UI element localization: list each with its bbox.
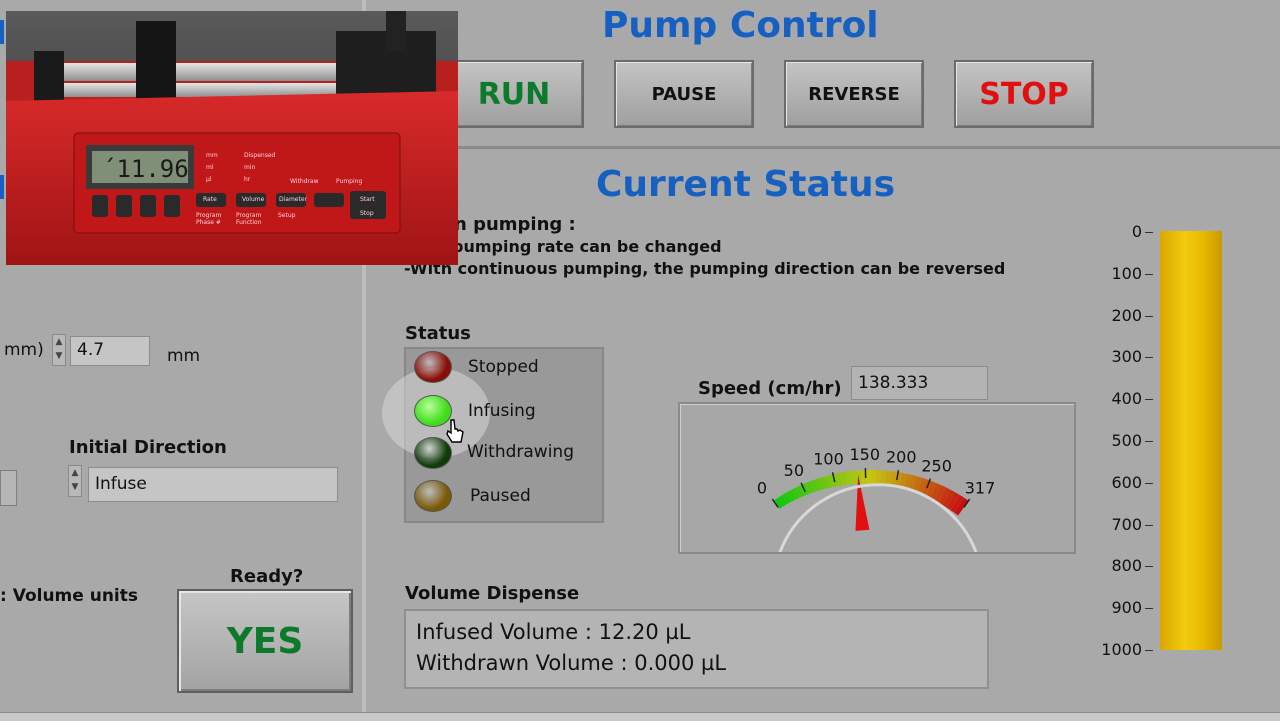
- svg-text:min: min: [244, 164, 256, 171]
- gauge-tick-label: 50: [784, 461, 804, 480]
- svg-text:Dispensed: Dispensed: [244, 152, 276, 159]
- speed-gauge: 0 50 100 150 200250 317: [678, 402, 1076, 554]
- svg-text:Diameter: Diameter: [279, 196, 308, 203]
- tank-scale-label: 800: [1098, 556, 1142, 575]
- tank-scale-tick: [1145, 316, 1153, 317]
- volume-units-fragment: : Volume units: [0, 586, 138, 606]
- diameter-spinner[interactable]: ▲▼: [52, 334, 66, 366]
- photo-display-reading: ´11.96: [102, 155, 189, 183]
- tank-scale-label: 500: [1098, 431, 1142, 450]
- partial-title-glyph-2: [0, 175, 4, 199]
- tank-scale-label: 1000: [1098, 640, 1142, 659]
- svg-text:Program: Program: [236, 212, 261, 219]
- partial-title-glyph: [0, 20, 4, 44]
- initial-direction-field[interactable]: Infuse: [88, 467, 338, 502]
- withdrawn-volume-text: Withdrawn Volume : 0.000 µL: [416, 648, 977, 679]
- tank-scale-tick: [1145, 441, 1153, 442]
- gauge-arc-segment: [866, 470, 871, 484]
- run-button[interactable]: RUN: [444, 60, 584, 128]
- svg-text:Phase #: Phase #: [196, 219, 221, 226]
- syringe-pump-photo: ´11.96 mm Dispensed ml min µl hr Withdraw Pu…: [6, 11, 458, 265]
- tank-scale-label: 0: [1098, 222, 1142, 241]
- gauge-tick-label: 0: [757, 479, 767, 498]
- pumping-note-direction: -With continuous pumping, the pumping di…: [404, 259, 1005, 278]
- status-led-label: Paused: [470, 486, 531, 506]
- speed-gauge-dial: 0 50 100 150 200250 317: [680, 404, 1074, 552]
- gauge-arc-segment: [876, 470, 882, 485]
- partial-control[interactable]: [0, 470, 17, 506]
- diameter-field[interactable]: 4.7: [70, 336, 150, 366]
- svg-text:Program: Program: [196, 212, 221, 219]
- tank-scale-tick: [1145, 274, 1153, 275]
- svg-text:Pumping: Pumping: [336, 178, 362, 185]
- gauge-tick-label: 317: [965, 479, 996, 498]
- current-status-title: Current Status: [596, 164, 895, 205]
- tank-scale-tick: [1145, 483, 1153, 484]
- gauge-tick-label: 250: [921, 456, 952, 475]
- svg-text:hr: hr: [244, 176, 251, 183]
- mouse-cursor-icon: [446, 418, 466, 444]
- svg-text:Withdraw: Withdraw: [290, 178, 319, 185]
- speed-field: 138.333: [851, 366, 988, 400]
- tank-scale-label: 100: [1098, 264, 1142, 283]
- tank-scale-label: 900: [1098, 598, 1142, 617]
- volume-dispense-label: Volume Dispense: [405, 583, 579, 604]
- svg-text:µl: µl: [206, 176, 212, 183]
- pump-control-title: Pump Control: [602, 5, 879, 46]
- tank-scale-tick: [1145, 650, 1153, 651]
- tank-scale-tick: [1145, 232, 1153, 233]
- svg-text:ml: ml: [206, 164, 214, 171]
- pause-button[interactable]: PAUSE: [614, 60, 754, 128]
- tank-scale-tick: [1145, 399, 1153, 400]
- tank-scale-tick: [1145, 357, 1153, 358]
- ready-label: Ready?: [230, 566, 303, 587]
- status-led-label: Infusing: [468, 401, 536, 421]
- diameter-unit: mm: [167, 346, 200, 366]
- tank-scale-tick: [1145, 566, 1153, 567]
- tank-scale-label: 300: [1098, 347, 1142, 366]
- reverse-button[interactable]: REVERSE: [784, 60, 924, 128]
- svg-text:Function: Function: [236, 219, 262, 226]
- pumping-note-heading: n pumping :: [454, 214, 576, 235]
- svg-text:Volume: Volume: [242, 196, 265, 203]
- direction-spinner[interactable]: ▲▼: [68, 465, 82, 497]
- diameter-unit-fragment: mm): [4, 340, 44, 360]
- gauge-tick-label: 200: [886, 447, 917, 466]
- stop-button[interactable]: STOP: [954, 60, 1094, 128]
- speed-label: Speed (cm/hr): [698, 378, 842, 399]
- pump-control-panel: Pump Control RUN PAUSE REVERSE STOP: [366, 0, 1280, 149]
- volume-tank: [1157, 228, 1225, 653]
- tank-scale-label: 200: [1098, 306, 1142, 325]
- pause-label: PAUSE: [652, 84, 717, 105]
- tank-scale-label: 400: [1098, 389, 1142, 408]
- status-label: Status: [405, 323, 471, 344]
- gauge-tick-label: 150: [850, 445, 881, 464]
- status-led-stopped: [414, 351, 452, 383]
- svg-text:mm: mm: [206, 152, 218, 159]
- reverse-label: REVERSE: [808, 84, 900, 105]
- svg-text:Start: Start: [360, 196, 375, 203]
- volume-dispense-box: Infused Volume : 12.20 µL Withdrawn Volu…: [404, 609, 989, 689]
- gauge-arc-segment: [871, 470, 876, 484]
- tank-scale-tick: [1145, 608, 1153, 609]
- run-label: RUN: [478, 77, 551, 112]
- svg-text:Stop: Stop: [360, 210, 374, 217]
- status-led-paused: [414, 480, 452, 512]
- tank-scale-tick: [1145, 525, 1153, 526]
- stop-label: STOP: [979, 77, 1069, 112]
- svg-text:Rate: Rate: [203, 196, 217, 203]
- initial-direction-label: Initial Direction: [69, 437, 227, 458]
- status-led-label: Stopped: [468, 357, 539, 377]
- yes-button[interactable]: YES: [177, 589, 353, 693]
- yes-label: YES: [227, 621, 304, 662]
- status-led-label: Withdrawing: [467, 442, 574, 462]
- tank-scale-label: 600: [1098, 473, 1142, 492]
- infused-volume-text: Infused Volume : 12.20 µL: [416, 617, 977, 648]
- svg-text:Setup: Setup: [278, 212, 296, 219]
- gauge-tick-label: 100: [813, 450, 844, 469]
- tank-scale-label: 700: [1098, 515, 1142, 534]
- pumping-note-rate: pumping rate can be changed: [452, 237, 722, 256]
